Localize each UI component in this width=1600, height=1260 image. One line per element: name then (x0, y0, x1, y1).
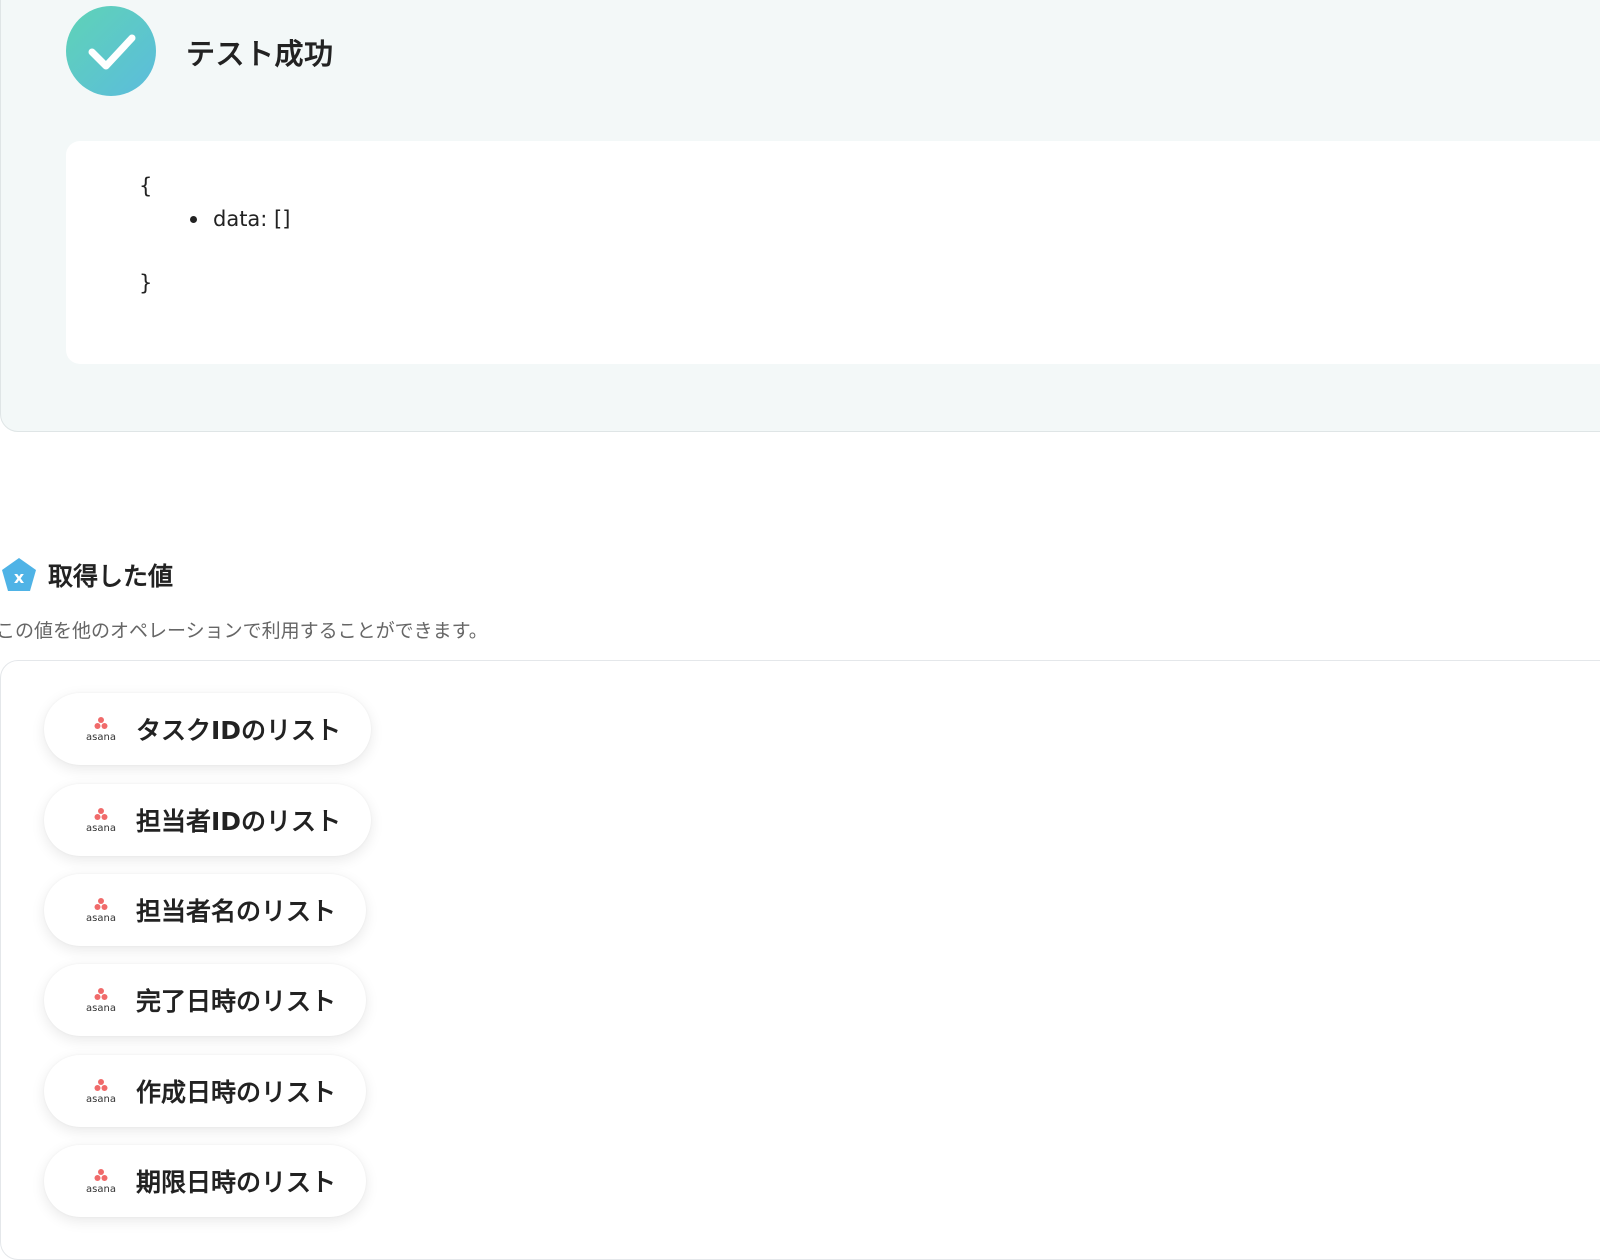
svg-text:asana: asana (86, 1003, 116, 1014)
values-description: この値を他のオペレーションで利用することができます。 (0, 620, 488, 642)
test-success-title: テスト成功 (186, 37, 334, 71)
svg-text:asana: asana (86, 1094, 116, 1105)
value-chip-assignee-names[interactable]: asana 担当者名のリスト (44, 874, 367, 946)
asana-logo-icon: asana (82, 895, 120, 925)
value-chip-label: 完了日時のリスト (136, 987, 337, 1016)
value-chip-due-at[interactable]: asana 期限日時のリスト (44, 1145, 367, 1217)
value-chip-label: 担当者IDのリスト (136, 807, 342, 836)
result-json-box: { data: [] } (66, 141, 1600, 364)
variable-x-icon: x (2, 558, 36, 591)
value-chip-created-at[interactable]: asana 作成日時のリスト (44, 1055, 367, 1127)
svg-text:x: x (14, 568, 25, 587)
value-chip-label: 担当者名のリスト (136, 897, 337, 926)
asana-logo-icon: asana (82, 1166, 120, 1196)
asana-logo-icon: asana (82, 1076, 120, 1106)
asana-logo-icon: asana (82, 714, 120, 744)
svg-text:asana: asana (86, 732, 116, 743)
svg-text:asana: asana (86, 1184, 116, 1195)
asana-logo-icon: asana (82, 805, 120, 835)
value-chip-completed-at[interactable]: asana 完了日時のリスト (44, 964, 367, 1036)
json-list-item: data: [] (190, 207, 290, 231)
value-chip-label: タスクIDのリスト (136, 716, 342, 745)
json-close-brace: } (139, 271, 153, 295)
svg-text:asana: asana (86, 913, 116, 924)
svg-text:asana: asana (86, 823, 116, 834)
json-item-text: data: [] (213, 207, 291, 231)
success-check-icon (66, 6, 156, 96)
test-result-panel: テスト成功 { data: [] } (0, 0, 1600, 432)
value-chip-assignee-ids[interactable]: asana 担当者IDのリスト (44, 784, 372, 856)
values-section-header: x 取得した値 (0, 556, 173, 594)
json-open-brace: { (139, 174, 153, 198)
value-chip-label: 期限日時のリスト (136, 1168, 337, 1197)
values-title: 取得した値 (48, 562, 174, 591)
asana-logo-icon: asana (82, 985, 120, 1015)
value-chip-label: 作成日時のリスト (136, 1078, 337, 1107)
value-chip-task-ids[interactable]: asana タスクIDのリスト (44, 693, 372, 765)
bullet-icon (190, 215, 197, 223)
